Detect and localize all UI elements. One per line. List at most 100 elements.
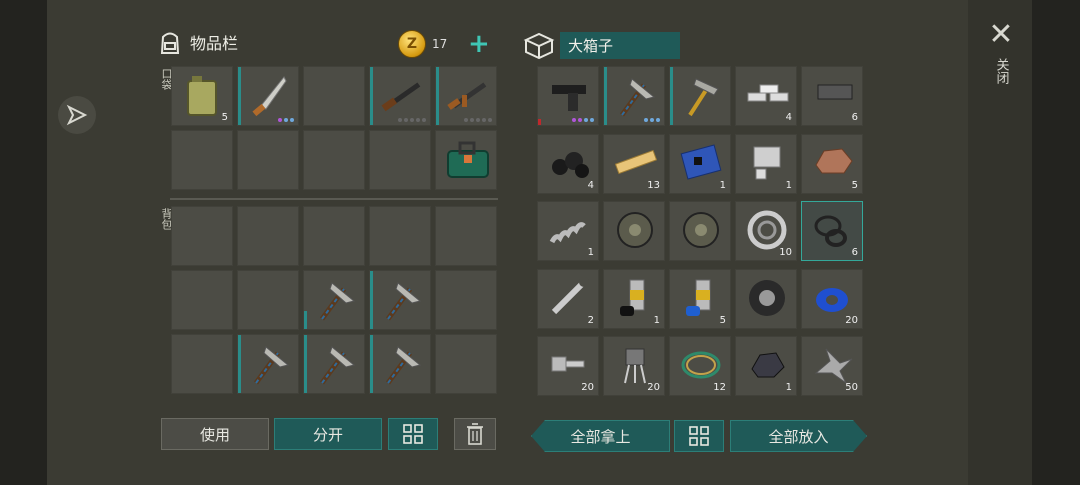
item-slot[interactable] bbox=[303, 270, 365, 330]
item-slot[interactable]: 13 bbox=[603, 133, 665, 194]
empty-slot[interactable] bbox=[435, 270, 497, 330]
item-count: 4 bbox=[587, 179, 594, 191]
item-slot[interactable]: 4 bbox=[537, 133, 599, 194]
item-slot[interactable] bbox=[369, 334, 431, 394]
item-count: 12 bbox=[713, 382, 726, 394]
add-coins-button[interactable]: + bbox=[468, 31, 490, 57]
empty-slot[interactable] bbox=[435, 334, 497, 394]
empty-slot[interactable] bbox=[171, 270, 233, 330]
item-slot[interactable]: 5 bbox=[171, 66, 233, 126]
empty-slot[interactable] bbox=[171, 206, 233, 266]
item-slot[interactable] bbox=[669, 66, 731, 126]
item-count: 4 bbox=[785, 112, 792, 123]
item-count: 6 bbox=[851, 112, 858, 123]
empty-slot[interactable] bbox=[369, 206, 431, 266]
empty-slot[interactable] bbox=[369, 130, 431, 190]
inventory-title: 物品栏 bbox=[190, 34, 239, 53]
close-icon: ✕ bbox=[988, 17, 1014, 52]
empty-slot[interactable] bbox=[303, 130, 365, 190]
pickaxe-icon bbox=[238, 335, 298, 393]
pickaxe-icon bbox=[304, 335, 364, 393]
empty-slot[interactable] bbox=[237, 270, 299, 330]
empty-slot[interactable] bbox=[303, 206, 365, 266]
item-count: 1 bbox=[785, 382, 792, 394]
item-count: 20 bbox=[845, 314, 858, 326]
item-count: 10 bbox=[779, 247, 792, 259]
assault-rifle-icon bbox=[436, 67, 496, 125]
item-slot[interactable] bbox=[237, 66, 299, 126]
item-count: 2 bbox=[587, 314, 594, 326]
tire-icon bbox=[736, 270, 796, 328]
item-slot[interactable] bbox=[735, 268, 797, 329]
take-all-button[interactable]: 全部拿上 bbox=[531, 420, 670, 452]
item-slot[interactable]: 4 bbox=[735, 66, 797, 126]
sort-container-button[interactable] bbox=[674, 420, 724, 452]
item-slot[interactable]: 2 bbox=[537, 268, 599, 329]
empty-slot[interactable] bbox=[171, 334, 233, 394]
pickaxe-icon bbox=[370, 335, 430, 393]
put-all-button[interactable]: 全部放入 bbox=[730, 420, 867, 452]
item-slot[interactable] bbox=[603, 201, 665, 262]
backpack-grid bbox=[171, 206, 497, 394]
item-count: 20 bbox=[581, 382, 594, 394]
quality-dots bbox=[464, 118, 492, 122]
item-slot[interactable]: 5 bbox=[801, 133, 863, 194]
item-slot[interactable] bbox=[303, 334, 365, 394]
item-count: 5 bbox=[221, 112, 228, 123]
item-slot[interactable]: 1 bbox=[735, 133, 797, 194]
bag-icon bbox=[436, 131, 496, 189]
item-slot[interactable]: 6 bbox=[801, 201, 863, 262]
item-slot[interactable]: 1 bbox=[537, 201, 599, 262]
item-count: 1 bbox=[587, 247, 594, 259]
sort-inventory-button[interactable] bbox=[388, 418, 438, 450]
item-slot[interactable] bbox=[435, 66, 497, 126]
item-slot[interactable]: 1 bbox=[669, 133, 731, 194]
item-slot[interactable]: 6 bbox=[801, 66, 863, 126]
close-button[interactable]: ✕ 关闭 bbox=[986, 17, 1016, 85]
item-slot[interactable]: 1 bbox=[735, 336, 797, 397]
item-count: 5 bbox=[719, 314, 726, 326]
item-slot[interactable]: 5 bbox=[669, 268, 731, 329]
wheel-icon bbox=[604, 202, 664, 260]
inventory-header: 物品栏 bbox=[156, 28, 238, 56]
use-button[interactable]: 使用 bbox=[161, 418, 269, 450]
empty-slot[interactable] bbox=[303, 66, 365, 126]
item-slot[interactable]: 50 bbox=[801, 336, 863, 397]
pickaxe-icon bbox=[370, 271, 430, 329]
item-slot[interactable]: 20 bbox=[801, 268, 863, 329]
item-count: 6 bbox=[851, 247, 858, 259]
divider bbox=[170, 198, 498, 200]
empty-slot[interactable] bbox=[237, 206, 299, 266]
container-grid[interactable]: 4 6 4 13 1 1 5 1 10 6 2 1 5 20 20 20 12 1 50 bbox=[537, 66, 863, 400]
backpack-icon bbox=[160, 32, 180, 54]
item-slot[interactable] bbox=[537, 66, 599, 126]
item-slot[interactable]: 10 bbox=[735, 201, 797, 262]
item-slot[interactable]: 20 bbox=[537, 336, 599, 397]
machete-icon bbox=[238, 67, 298, 125]
empty-slot[interactable] bbox=[237, 130, 299, 190]
item-slot[interactable]: 12 bbox=[669, 336, 731, 397]
grid-sort-icon bbox=[689, 426, 709, 446]
hammer-icon bbox=[670, 67, 730, 125]
split-button[interactable]: 分开 bbox=[274, 418, 382, 450]
navigation-button[interactable] bbox=[58, 96, 96, 134]
coin-area: Z 17 + bbox=[398, 30, 490, 58]
wheel-icon bbox=[670, 202, 730, 260]
empty-slot[interactable] bbox=[435, 206, 497, 266]
pickaxe-icon bbox=[304, 271, 364, 329]
trash-button[interactable] bbox=[454, 418, 496, 450]
item-slot[interactable]: 1 bbox=[603, 268, 665, 329]
item-slot[interactable] bbox=[369, 270, 431, 330]
item-slot[interactable]: 20 bbox=[603, 336, 665, 397]
item-slot[interactable] bbox=[237, 334, 299, 394]
quality-dots bbox=[644, 118, 660, 122]
empty-slot[interactable] bbox=[171, 130, 233, 190]
item-slot[interactable] bbox=[669, 201, 731, 262]
item-count: 1 bbox=[719, 179, 726, 191]
item-count: 1 bbox=[653, 314, 660, 326]
item-slot[interactable] bbox=[435, 130, 497, 190]
grid-sort-icon bbox=[403, 424, 423, 444]
quality-dots bbox=[572, 118, 594, 122]
item-slot[interactable] bbox=[369, 66, 431, 126]
item-slot[interactable] bbox=[603, 66, 665, 126]
